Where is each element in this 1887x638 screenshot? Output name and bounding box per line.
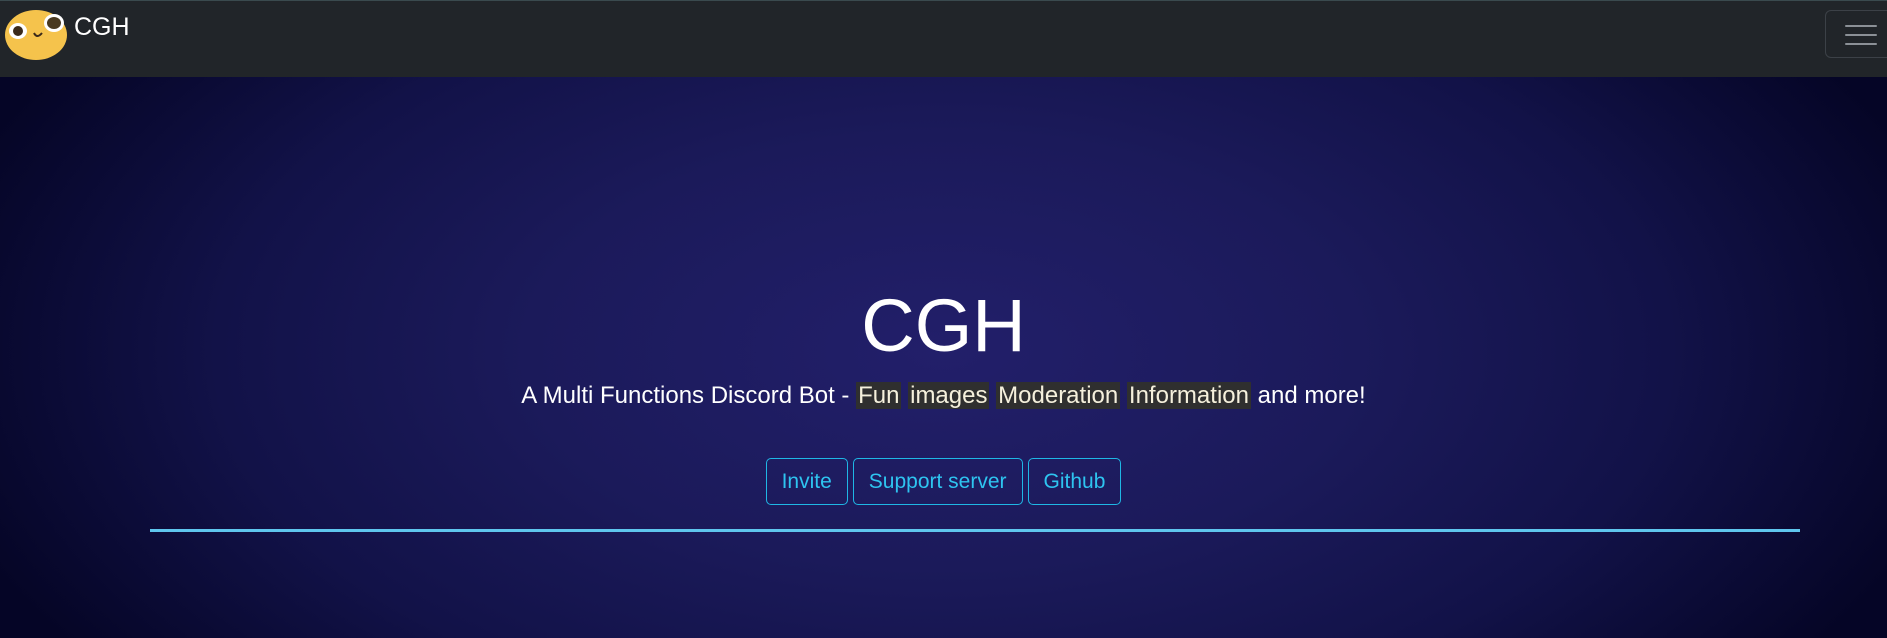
- hero-tagline: A Multi Functions Discord Bot - Fun imag…: [0, 380, 1887, 412]
- hero-buttons: Invite Support server Github: [0, 458, 1887, 505]
- tag-moderation: Moderation: [996, 382, 1121, 409]
- brand-link[interactable]: CGH: [4, 7, 130, 61]
- tag-fun: Fun: [856, 382, 902, 409]
- tag-information: Information: [1126, 382, 1251, 409]
- navbar: CGH: [0, 0, 1887, 77]
- invite-button[interactable]: Invite: [765, 458, 848, 505]
- menu-toggle-button[interactable]: [1825, 10, 1887, 58]
- tag-images: images: [908, 382, 990, 409]
- smiling-face-logo-icon: [5, 10, 67, 60]
- support-server-button[interactable]: Support server: [852, 458, 1023, 505]
- divider: [150, 529, 1800, 532]
- github-button[interactable]: Github: [1027, 458, 1122, 505]
- tagline-suffix: and more!: [1250, 382, 1366, 409]
- brand-name: CGH: [74, 13, 130, 41]
- hero-title: CGH: [861, 284, 1026, 367]
- tagline-prefix: A Multi Functions Discord Bot -: [521, 382, 857, 409]
